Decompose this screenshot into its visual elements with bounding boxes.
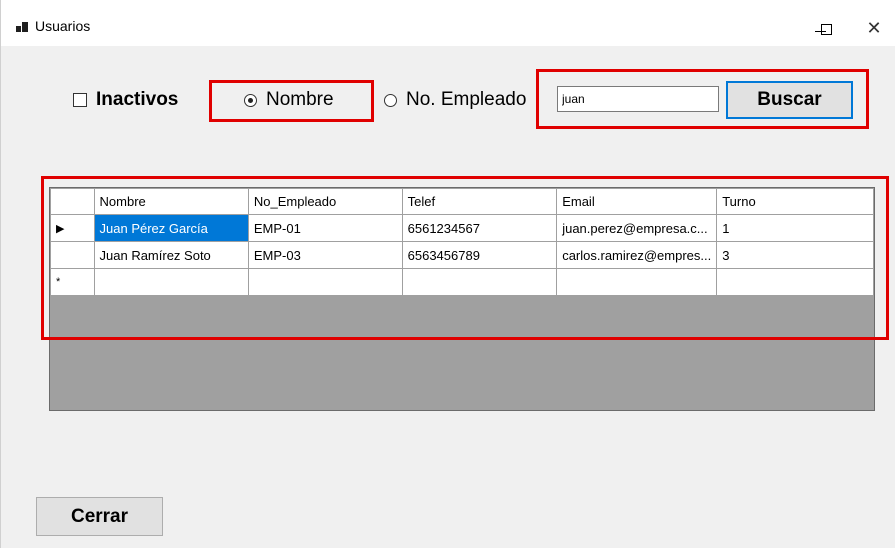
inactivos-label: Inactivos: [96, 89, 179, 110]
close-icon: ✕: [866, 18, 882, 39]
maximize-icon: [820, 23, 832, 35]
radio-nombre-label: Nombre: [266, 89, 334, 110]
radio-no-empleado[interactable]: No. Empleado: [384, 88, 526, 112]
radio-no-empleado-label: No. Empleado: [406, 89, 527, 110]
highlight-data-grid: [41, 176, 889, 340]
maximize-button[interactable]: [806, 14, 846, 44]
inactivos-checkbox[interactable]: Inactivos: [73, 88, 178, 112]
title-bar: Usuarios ✕: [1, 0, 895, 46]
window-title: Usuarios: [35, 18, 91, 34]
app-icon: [16, 22, 28, 32]
checkbox-box[interactable]: [73, 93, 87, 107]
highlight-search-area: [536, 69, 869, 129]
radio-no-empleado-indicator[interactable]: [384, 93, 397, 107]
radio-nombre-indicator[interactable]: [244, 93, 257, 107]
usuarios-window: Usuarios ✕ Inactivos Nombre No. Empleado…: [0, 0, 895, 548]
cerrar-button[interactable]: Cerrar: [36, 497, 163, 536]
close-button[interactable]: ✕: [854, 14, 894, 44]
radio-nombre[interactable]: Nombre: [244, 88, 334, 112]
